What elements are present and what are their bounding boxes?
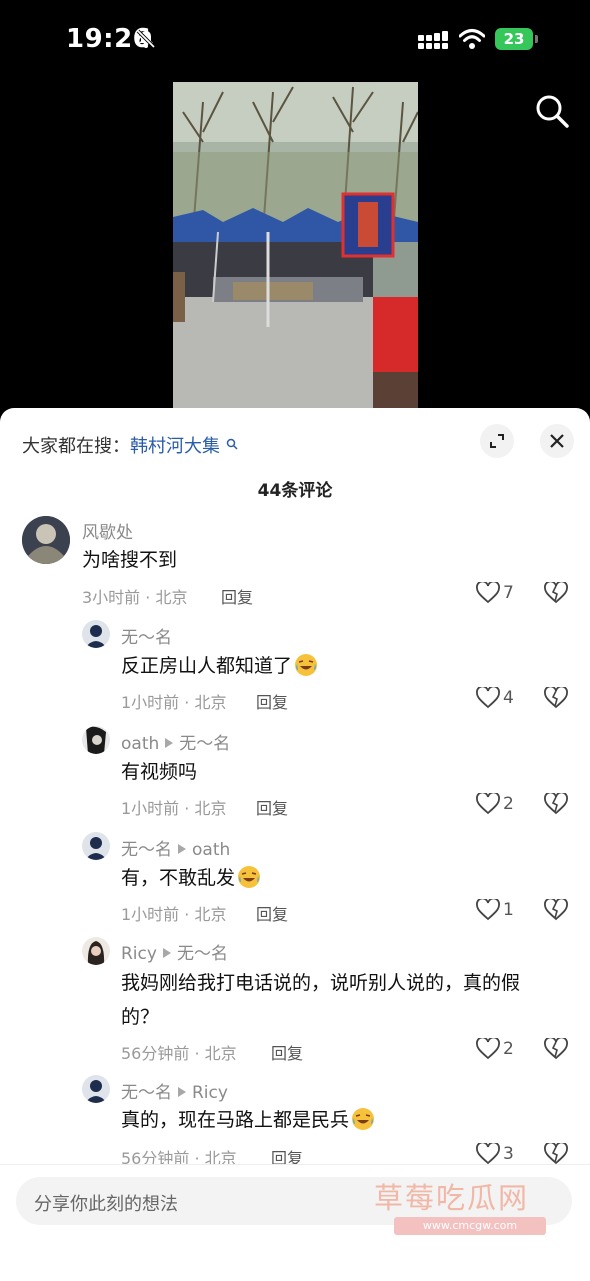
reply-button[interactable]: 回复: [256, 795, 288, 819]
comment-text: 有，不敢乱发: [121, 861, 561, 895]
status-bar: 19:26 23: [0, 0, 590, 80]
like-button[interactable]: 7: [476, 582, 516, 606]
comment-input-bar: 分享你此刻的想法 草莓吃瓜网 www.cmcgw.com: [0, 1164, 590, 1281]
broken-heart-icon[interactable]: [544, 899, 568, 921]
like-count: 2: [503, 1039, 514, 1059]
bell-slash-icon: [136, 29, 156, 49]
trending-search[interactable]: 大家都在搜：韩村河大集: [22, 432, 238, 458]
battery-indicator: 23: [495, 28, 539, 50]
like-count: 4: [503, 688, 514, 708]
wifi-icon: [459, 29, 485, 49]
comment-text: 为啥搜不到: [82, 549, 178, 571]
comment-text: 真的，现在马路上都是民兵: [121, 1103, 561, 1137]
heart-icon: [476, 793, 500, 815]
comment-item: 风歇处 为啥搜不到 3小时前 · 北京 回复 7: [0, 516, 590, 616]
trending-keyword[interactable]: 韩村河大集: [130, 436, 220, 457]
expand-icon: [490, 434, 504, 448]
reply-to-arrow-icon: [178, 1087, 186, 1097]
comment-author[interactable]: oath 无～名: [121, 729, 230, 754]
laughing-crying-emoji: [295, 654, 318, 676]
avatar[interactable]: [82, 832, 110, 860]
battery-level: 23: [495, 28, 533, 50]
comment-meta: 1小时前 · 北京: [121, 693, 227, 712]
like-count: 2: [503, 794, 514, 814]
comment-input-placeholder: 分享你此刻的想法: [34, 1194, 178, 1215]
comment-meta: 56分钟前 · 北京: [121, 1044, 237, 1063]
like-count: 7: [503, 583, 514, 603]
comment-text: 反正房山人都知道了: [121, 649, 561, 683]
like-button[interactable]: 1: [476, 899, 516, 923]
watermark-text: 草莓吃瓜网: [374, 1181, 530, 1215]
broken-heart-icon[interactable]: [544, 582, 568, 604]
reply-button[interactable]: 回复: [256, 901, 288, 925]
reply-item: oath 无～名 有视频吗 1小时前 · 北京 回复 2: [0, 726, 590, 826]
like-button[interactable]: 2: [476, 1038, 516, 1062]
avatar[interactable]: [82, 937, 110, 965]
reply-button[interactable]: 回复: [256, 689, 288, 713]
comment-meta: 3小时前 · 北京: [82, 588, 188, 607]
comment-author[interactable]: 无～名: [121, 623, 172, 648]
reply-to-arrow-icon: [162, 948, 171, 958]
avatar[interactable]: [82, 1075, 110, 1103]
reply-button[interactable]: 回复: [221, 584, 253, 608]
expand-button[interactable]: [480, 424, 514, 458]
reply-item: 无～名 Ricy 真的，现在马路上都是民兵 56分钟前 · 北京 回复 3: [0, 1075, 590, 1170]
broken-heart-icon[interactable]: [544, 687, 568, 709]
reply-to-arrow-icon: [165, 738, 174, 748]
reply-item: 无～名 oath 有，不敢乱发 1小时前 · 北京 回复 1: [0, 832, 590, 932]
signal-icon: [418, 31, 448, 49]
reply-item: 无～名 反正房山人都知道了 1小时前 · 北京 回复 4: [0, 620, 590, 720]
like-button[interactable]: 2: [476, 793, 516, 817]
avatar[interactable]: [22, 516, 70, 564]
comment-count: 44条评论: [257, 481, 333, 501]
broken-heart-icon[interactable]: [544, 793, 568, 815]
laughing-crying-emoji: [352, 1108, 375, 1130]
heart-icon: [476, 899, 500, 921]
heart-icon: [476, 582, 500, 604]
search-icon[interactable]: [533, 92, 571, 130]
heart-icon: [476, 1038, 500, 1060]
comment-meta: 1小时前 · 北京: [121, 799, 227, 818]
broken-heart-icon[interactable]: [544, 1143, 568, 1165]
like-button[interactable]: 4: [476, 687, 516, 711]
broken-heart-icon[interactable]: [544, 1038, 568, 1060]
laughing-crying-emoji: [238, 866, 261, 888]
comment-author[interactable]: 风歇处: [82, 518, 133, 543]
heart-icon: [476, 1143, 500, 1165]
like-count: 3: [503, 1144, 514, 1164]
heart-icon: [476, 687, 500, 709]
like-count: 1: [503, 900, 514, 920]
avatar[interactable]: [82, 620, 110, 648]
close-button[interactable]: [540, 424, 574, 458]
watermark-url: www.cmcgw.com: [394, 1217, 546, 1235]
video-player[interactable]: [173, 82, 418, 412]
search-small-icon: [226, 438, 238, 450]
video-frame: [173, 82, 418, 412]
avatar[interactable]: [82, 726, 110, 754]
reply-to-arrow-icon: [178, 844, 186, 854]
trending-prefix: 大家都在搜：: [22, 436, 130, 457]
comment-author[interactable]: 无～名 oath: [121, 835, 230, 860]
close-icon: [550, 434, 564, 448]
reply-button[interactable]: 回复: [271, 1040, 303, 1064]
comment-author[interactable]: 无～名 Ricy: [121, 1078, 228, 1103]
comment-text: 我妈刚给我打电话说的，说听别人说的，真的假的？: [121, 972, 521, 1028]
comment-meta: 1小时前 · 北京: [121, 905, 227, 924]
reply-item: Ricy 无～名 我妈刚给我打电话说的，说听别人说的，真的假的？ 56分钟前 · …: [0, 937, 590, 1067]
comment-text: 有视频吗: [121, 761, 198, 783]
comment-author[interactable]: Ricy 无～名: [121, 939, 228, 964]
